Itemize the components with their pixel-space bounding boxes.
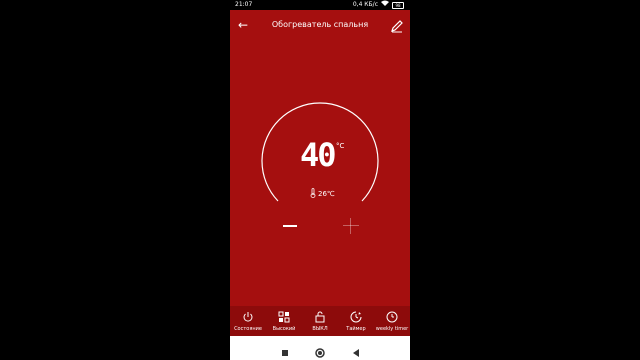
top-bar: ← Обогреватель спальня xyxy=(230,12,410,40)
tab-lock-label: ВЫКЛ xyxy=(312,326,328,332)
tab-mode[interactable]: Высокий xyxy=(266,306,302,336)
status-time: 21:07 xyxy=(235,1,253,8)
edit-pencil-icon[interactable] xyxy=(390,18,404,33)
status-icons: 0,4 КБ/с 98 xyxy=(353,0,404,10)
clock-icon xyxy=(386,311,398,323)
bottom-tab-bar: Состояние Высокий ВЫКЛ Таймер weekly tim… xyxy=(230,306,410,336)
power-icon xyxy=(243,312,253,322)
system-nav-bar xyxy=(230,336,410,360)
device-screen: 21:07 0,4 КБ/с 98 ← Обогреватель спальня… xyxy=(230,0,410,360)
tab-timer-label: Таймер xyxy=(346,326,366,332)
temperature-unit: °C xyxy=(336,142,345,150)
tab-status-label: Состояние xyxy=(234,326,262,332)
tab-weekly-timer-label: weekly timer xyxy=(375,326,409,332)
tab-lock[interactable]: ВЫКЛ xyxy=(302,306,338,336)
tab-timer[interactable]: Таймер xyxy=(338,306,374,336)
decrease-temperature-button[interactable] xyxy=(283,222,297,230)
page-title: Обогреватель спальня xyxy=(271,20,369,29)
back-triangle-icon[interactable] xyxy=(351,343,361,357)
recent-apps-icon[interactable] xyxy=(280,343,290,356)
tab-status[interactable]: Состояние xyxy=(230,306,266,336)
home-icon[interactable] xyxy=(315,343,325,358)
current-temperature-value: 26℃ xyxy=(318,190,335,198)
timer-icon xyxy=(350,311,362,323)
thermometer-icon xyxy=(310,188,316,200)
tab-mode-label: Высокий xyxy=(272,326,296,332)
increase-temperature-button[interactable] xyxy=(343,218,359,234)
lock-icon xyxy=(315,311,325,323)
battery-icon: 98 xyxy=(392,1,404,9)
set-temperature: 40 xyxy=(300,136,337,174)
tab-weekly-timer[interactable]: weekly timer xyxy=(374,306,410,336)
current-temperature: 26℃ xyxy=(310,188,335,200)
back-arrow-icon[interactable]: ← xyxy=(238,17,248,33)
wifi-icon xyxy=(381,0,389,10)
status-bar: 21:07 0,4 КБ/с 98 xyxy=(230,0,410,10)
network-speed: 0,4 КБ/с xyxy=(352,1,378,8)
mode-grid-icon xyxy=(278,311,290,323)
